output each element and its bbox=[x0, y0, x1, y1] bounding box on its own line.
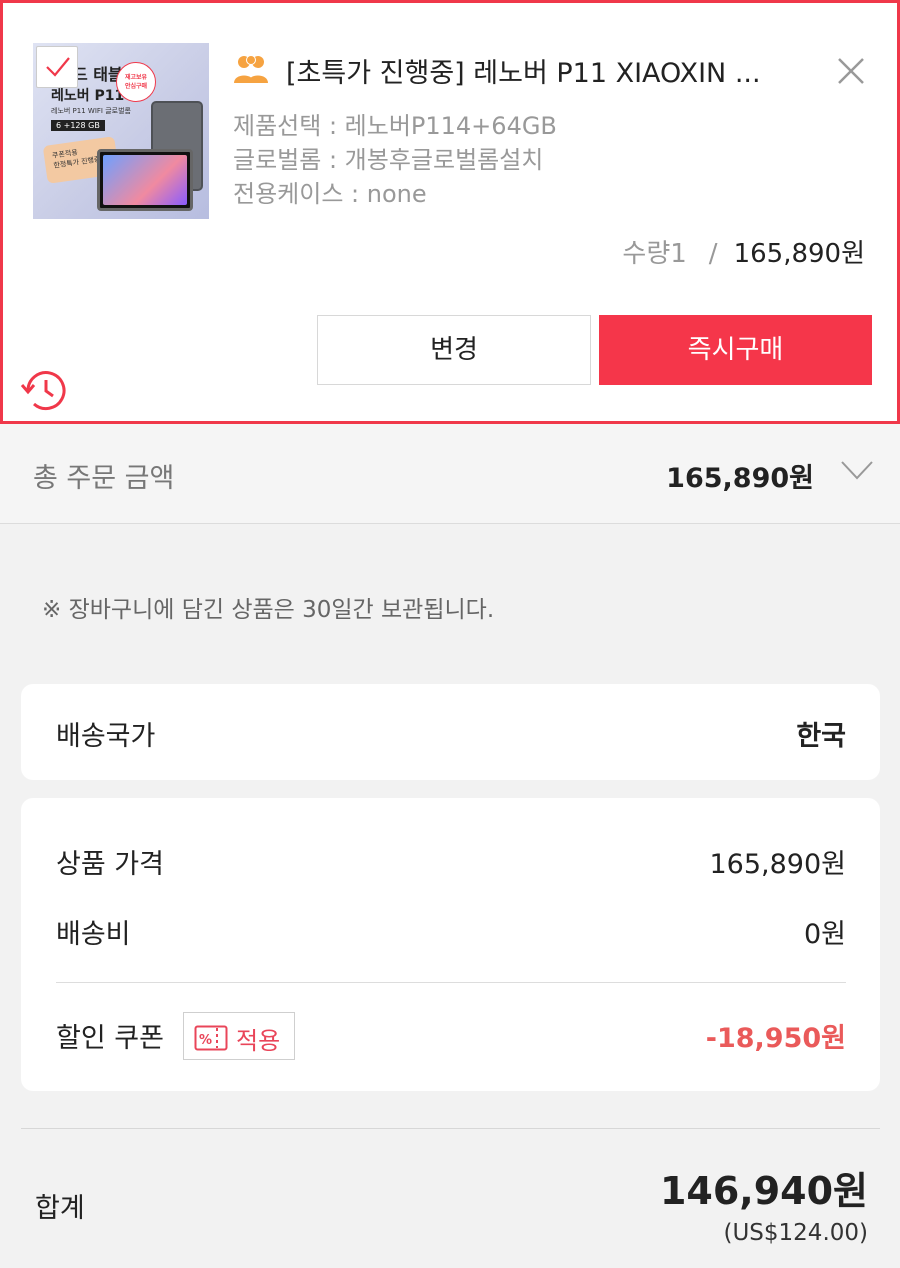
total-order-label: 총 주문 금액 bbox=[33, 463, 175, 494]
history-icon[interactable] bbox=[20, 367, 70, 413]
item-select-checkbox[interactable] bbox=[36, 46, 78, 88]
item-price-value: 165,890원 bbox=[709, 849, 847, 880]
coupon-label: 할인 쿠폰 bbox=[56, 1023, 164, 1054]
item-price: 165,890원 bbox=[733, 239, 865, 269]
summary-usd-amount: (US$124.00) bbox=[723, 1220, 869, 1246]
separator-slash: / bbox=[708, 239, 718, 269]
summary-amount: 146,940원 bbox=[659, 1169, 868, 1213]
product-title[interactable]: [초특가 진행중] 레노버 P11 XIAOXIN ... bbox=[286, 51, 816, 90]
total-order-bar[interactable]: 총 주문 금액 165,890원 bbox=[0, 424, 900, 524]
divider bbox=[56, 982, 846, 983]
coupon-icon: % bbox=[194, 1025, 228, 1051]
option-case: 전용케이스 : none bbox=[233, 180, 427, 208]
coupon-discount-value: -18,950원 bbox=[705, 1023, 846, 1054]
buy-now-button[interactable]: 즉시구매 bbox=[599, 315, 872, 385]
thumb-spec: 6 +128 GB bbox=[51, 120, 105, 131]
cart-retention-notice: ※ 장바구니에 담긴 상품은 30일간 보관됩니다. bbox=[42, 597, 495, 623]
option-rom: 글로벌롬 : 개봉후글로벌롬설치 bbox=[233, 146, 544, 174]
apply-coupon-button[interactable]: % 적용 bbox=[183, 1012, 295, 1060]
chevron-down-icon[interactable] bbox=[840, 458, 874, 482]
option-product: 제품선택 : 레노버P114+64GB bbox=[233, 112, 557, 140]
close-icon[interactable] bbox=[835, 55, 867, 87]
thumb-circle-text: 재고보유 안심구매 bbox=[124, 74, 148, 90]
price-breakdown: 상품 가격 165,890원 배송비 0원 할인 쿠폰 % 적용 -18,950… bbox=[21, 798, 880, 1091]
change-option-button[interactable]: 변경 bbox=[317, 315, 591, 385]
total-order-amount: 165,890원 bbox=[666, 463, 814, 494]
quantity-price-line: 수량1 / 165,890원 bbox=[622, 233, 865, 270]
cart-item-card: 드 태블릿 레노버 P11 레노버 P11 WIFI 글로벌롬 6 +128 G… bbox=[0, 0, 900, 424]
shipping-country-value: 한국 bbox=[796, 721, 846, 752]
summary-label: 합계 bbox=[35, 1193, 85, 1224]
tablet-image-front bbox=[97, 149, 193, 211]
apply-coupon-label: 적용 bbox=[236, 1027, 281, 1055]
thumb-sub: 레노버 P11 WIFI 글로벌롬 bbox=[51, 107, 131, 115]
shipping-country-row[interactable]: 배송국가 한국 bbox=[21, 684, 880, 780]
shipping-country-label: 배송국가 bbox=[56, 721, 156, 752]
thumb-model: 레노버 P11 bbox=[51, 88, 125, 104]
shipping-fee-label: 배송비 bbox=[56, 919, 131, 950]
summary-divider bbox=[21, 1128, 880, 1129]
shipping-fee-value: 0원 bbox=[803, 919, 846, 950]
check-icon bbox=[46, 57, 70, 77]
people-icon bbox=[234, 55, 268, 83]
quantity-label: 수량1 bbox=[622, 239, 687, 269]
svg-text:%: % bbox=[199, 1033, 212, 1048]
item-price-label: 상품 가격 bbox=[56, 849, 164, 880]
thumb-stock-badge: 재고보유 안심구매 bbox=[116, 62, 156, 102]
